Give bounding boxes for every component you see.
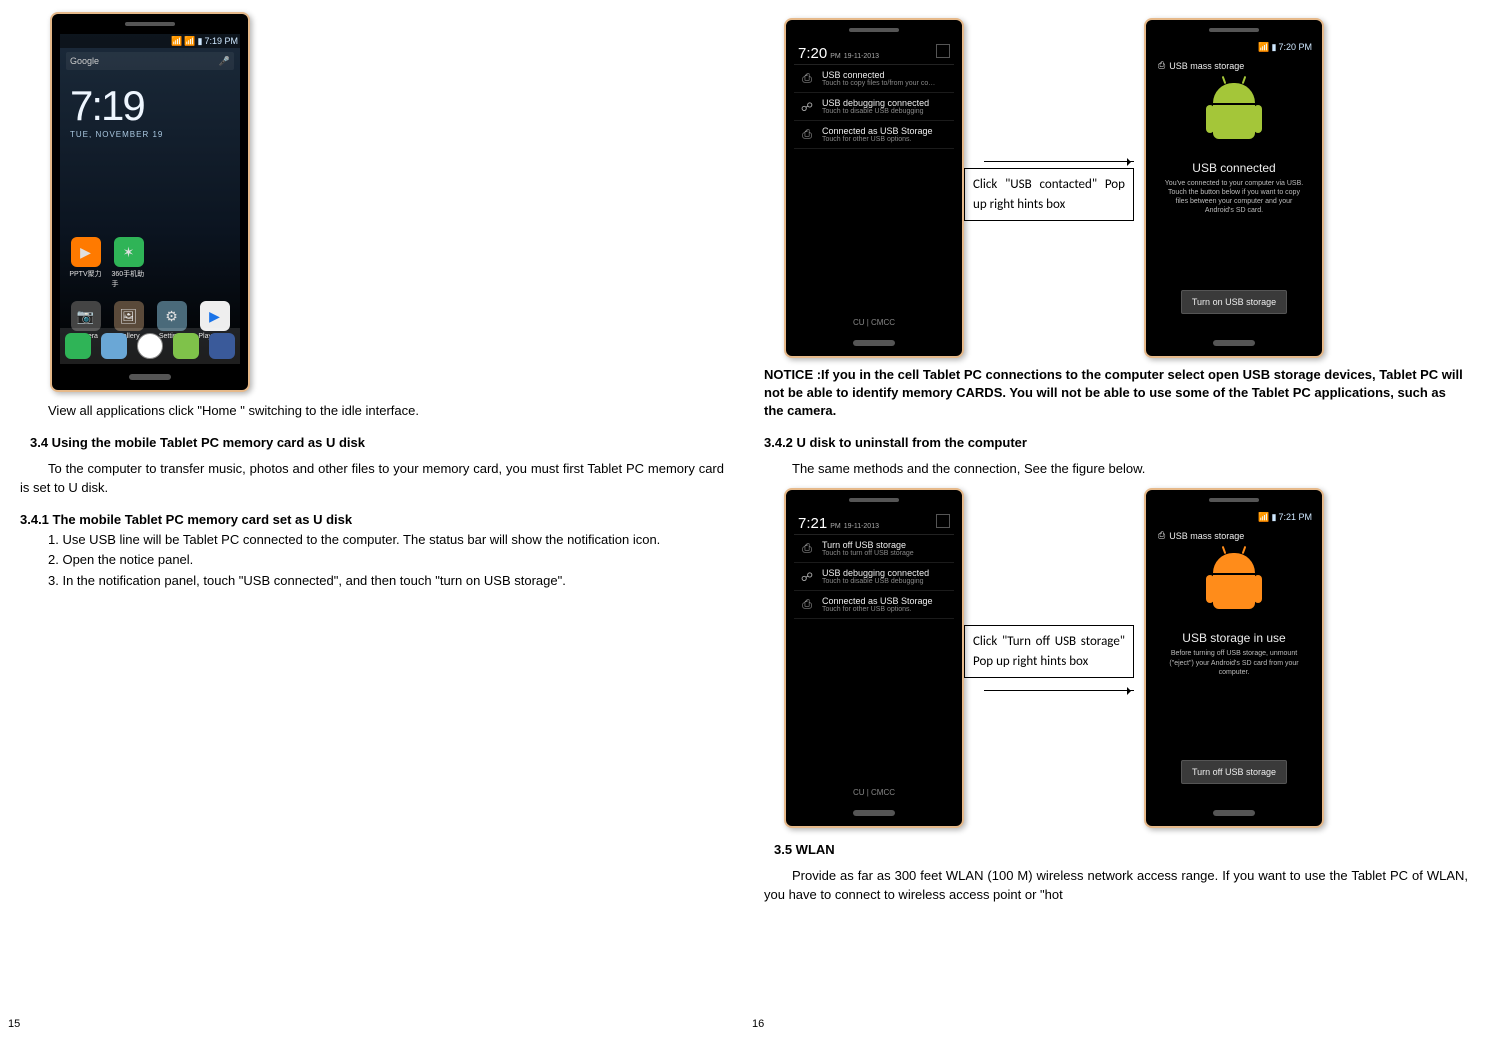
phone-notif-2: 7:21 PM 19-11-2013 ⎙ Turn off USB storag…	[784, 488, 964, 828]
gallery-icon: 🖼	[114, 301, 144, 331]
notification-item[interactable]: ⎙ Connected as USB StorageTouch for othe…	[794, 591, 954, 619]
battery-icon: ▮	[1272, 42, 1277, 53]
heading-3-5: 3.5 WLAN	[774, 842, 1468, 857]
page-spread: 📶 📶 ▮ 7:19 PM Google 🎤 7:19 TUE, NOVEMBE…	[0, 0, 1488, 1040]
signal-icon: 📶	[1258, 512, 1269, 523]
play-store-icon: ▶	[200, 301, 230, 331]
list-item: 2. Open the notice panel.	[20, 551, 724, 570]
clock-date: TUE, NOVEMBER 19	[70, 130, 230, 139]
android-icon	[1206, 553, 1262, 619]
quicksettings-icon[interactable]	[936, 44, 950, 58]
phone-home: 📶 📶 ▮ 7:19 PM Google 🎤 7:19 TUE, NOVEMBE…	[50, 12, 250, 392]
para: Provide as far as 300 feet WLAN (100 M) …	[764, 867, 1468, 905]
screen-notification: 7:20 PM 19-11-2013 ⎙ USB connectedTouch …	[794, 40, 954, 330]
mic-icon[interactable]: 🎤	[219, 56, 230, 67]
app-row: ▶PPTV聚力 ✶360手机助手 . .	[60, 231, 240, 295]
screen-home: 📶 📶 ▮ 7:19 PM Google 🎤 7:19 TUE, NOVEMBE…	[60, 34, 240, 364]
notif-header: 7:21 PM 19-11-2013	[794, 510, 954, 535]
arrow-icon	[984, 690, 1134, 691]
dock-browser-icon[interactable]	[209, 333, 235, 359]
dock-phone-icon[interactable]	[65, 333, 91, 359]
notification-item[interactable]: ⎙ USB connectedTouch to copy files to/fr…	[794, 65, 954, 93]
usb-heading: USB storage in use	[1182, 631, 1285, 645]
page-left: 📶 📶 ▮ 7:19 PM Google 🎤 7:19 TUE, NOVEMBE…	[0, 0, 744, 1040]
home-clock: 7:19 TUE, NOVEMBER 19	[60, 74, 240, 141]
arrow-icon	[984, 161, 1134, 162]
screen-usb-in-use: 📶▮ 7:21 PM ⎙USB mass storage USB storage…	[1154, 510, 1314, 800]
notification-item[interactable]: ⎙ Connected as USB StorageTouch for othe…	[794, 121, 954, 149]
phone-usb-1: 📶▮ 7:20 PM ⎙USB mass storage USB connect…	[1144, 18, 1324, 358]
heading-3-4: 3.4 Using the mobile Tablet PC memory ca…	[30, 435, 724, 450]
signal-icon: 📶	[184, 36, 195, 47]
turn-on-usb-button[interactable]: Turn on USB storage	[1181, 290, 1287, 314]
usb-icon: ⎙	[798, 540, 816, 557]
list-item: 1. Use USB line will be Tablet PC connec…	[20, 531, 724, 550]
usb-icon: ⎙	[798, 126, 816, 143]
turn-off-usb-button[interactable]: Turn off USB storage	[1181, 760, 1287, 784]
google-label: Google	[70, 56, 99, 66]
quicksettings-icon[interactable]	[936, 514, 950, 528]
para: To the computer to transfer music, photo…	[20, 460, 724, 498]
page-right: 7:20 PM 19-11-2013 ⎙ USB connectedTouch …	[744, 0, 1488, 1040]
status-bar: 📶 📶 ▮ 7:19 PM	[60, 34, 240, 48]
heading-3-4-1: 3.4.1 The mobile Tablet PC memory card s…	[20, 512, 724, 527]
star-icon: ✶	[114, 237, 144, 267]
screen-notification: 7:21 PM 19-11-2013 ⎙ Turn off USB storag…	[794, 510, 954, 800]
usb-body: Before turning off USB storage, unmount …	[1154, 649, 1314, 676]
phone-usb-2: 📶▮ 7:21 PM ⎙USB mass storage USB storage…	[1144, 488, 1324, 828]
signal-icon: 📶	[1258, 42, 1269, 53]
battery-icon: ▮	[1272, 512, 1277, 523]
bug-icon: ☍	[798, 98, 816, 115]
usb-icon: ⎙	[1158, 530, 1165, 541]
notice-text: NOTICE :If you in the cell Tablet PC con…	[764, 366, 1468, 421]
notif-header: 7:20 PM 19-11-2013	[794, 40, 954, 65]
phone-notif-1: 7:20 PM 19-11-2013 ⎙ USB connectedTouch …	[784, 18, 964, 358]
google-search-bar[interactable]: Google 🎤	[66, 52, 234, 70]
list-item: 3. In the notification panel, touch "USB…	[20, 572, 724, 591]
caption: View all applications click "Home " swit…	[20, 402, 724, 421]
status-bar: 📶▮ 7:21 PM	[1154, 510, 1314, 524]
breadcrumb[interactable]: ⎙USB mass storage	[1154, 530, 1248, 545]
dock-apps-icon[interactable]	[137, 333, 163, 359]
callout-box: Click "USB contacted" Pop up right hints…	[964, 168, 1134, 221]
figure-usb-connect: 7:20 PM 19-11-2013 ⎙ USB connectedTouch …	[784, 18, 1468, 358]
usb-body: You've connected to your computer via US…	[1154, 179, 1314, 215]
notification-item[interactable]: ⎙ Turn off USB storageTouch to turn off …	[794, 535, 954, 563]
heading-3-4-2: 3.4.2 U disk to uninstall from the compu…	[764, 435, 1468, 450]
para: The same methods and the connection, See…	[764, 460, 1468, 479]
home-dock	[60, 328, 240, 364]
camera-icon: 📷	[71, 301, 101, 331]
status-bar: 📶▮ 7:20 PM	[1154, 40, 1314, 54]
app-icon[interactable]: ✶360手机助手	[112, 237, 146, 289]
usb-heading: USB connected	[1192, 161, 1275, 175]
usb-icon: ⎙	[1158, 60, 1165, 71]
dock-messaging-icon[interactable]	[173, 333, 199, 359]
page-number: 15	[8, 1018, 20, 1030]
breadcrumb[interactable]: ⎙USB mass storage	[1154, 60, 1248, 75]
android-icon	[1206, 83, 1262, 149]
notification-item[interactable]: ☍ USB debugging connectedTouch to disabl…	[794, 93, 954, 121]
battery-icon: ▮	[198, 36, 203, 47]
screen-usb-connected: 📶▮ 7:20 PM ⎙USB mass storage USB connect…	[1154, 40, 1314, 330]
notification-item[interactable]: ☍ USB debugging connectedTouch to disabl…	[794, 563, 954, 591]
figure-usb-disconnect: 7:21 PM 19-11-2013 ⎙ Turn off USB storag…	[784, 488, 1468, 828]
carrier-label: CU | CMCC	[794, 315, 954, 330]
app-icon[interactable]: ▶PPTV聚力	[69, 237, 103, 289]
carrier-label: CU | CMCC	[794, 785, 954, 800]
bug-icon: ☍	[798, 568, 816, 585]
page-number: 16	[752, 1018, 764, 1030]
dock-contacts-icon[interactable]	[101, 333, 127, 359]
status-time: 7:19 PM	[204, 36, 238, 46]
usb-icon: ⎙	[798, 70, 816, 87]
clock-time: 7:19	[70, 82, 230, 130]
gear-icon: ⚙	[157, 301, 187, 331]
callout-box: Click "Turn off USB storage" Pop up righ…	[964, 625, 1134, 678]
usb-icon: ⎙	[798, 596, 816, 613]
play-icon: ▶	[71, 237, 101, 267]
signal-icon: 📶	[171, 36, 182, 47]
